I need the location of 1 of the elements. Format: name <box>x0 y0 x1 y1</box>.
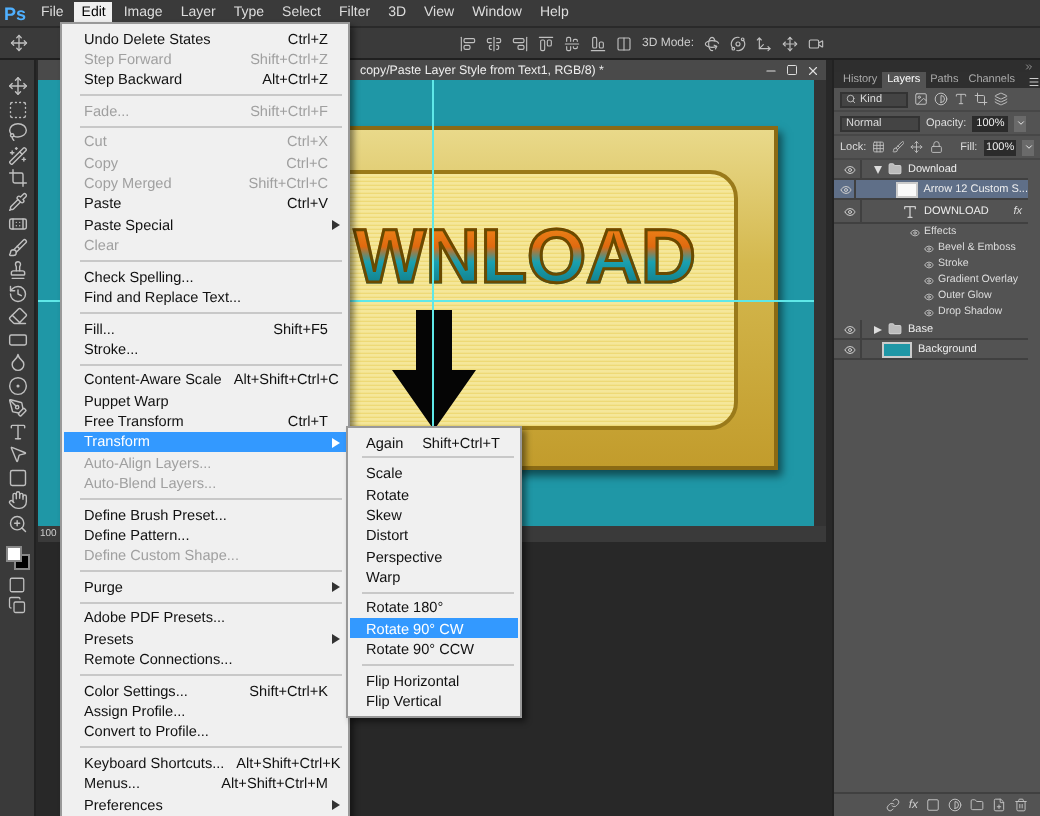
app-logo: Ps <box>4 3 27 23</box>
